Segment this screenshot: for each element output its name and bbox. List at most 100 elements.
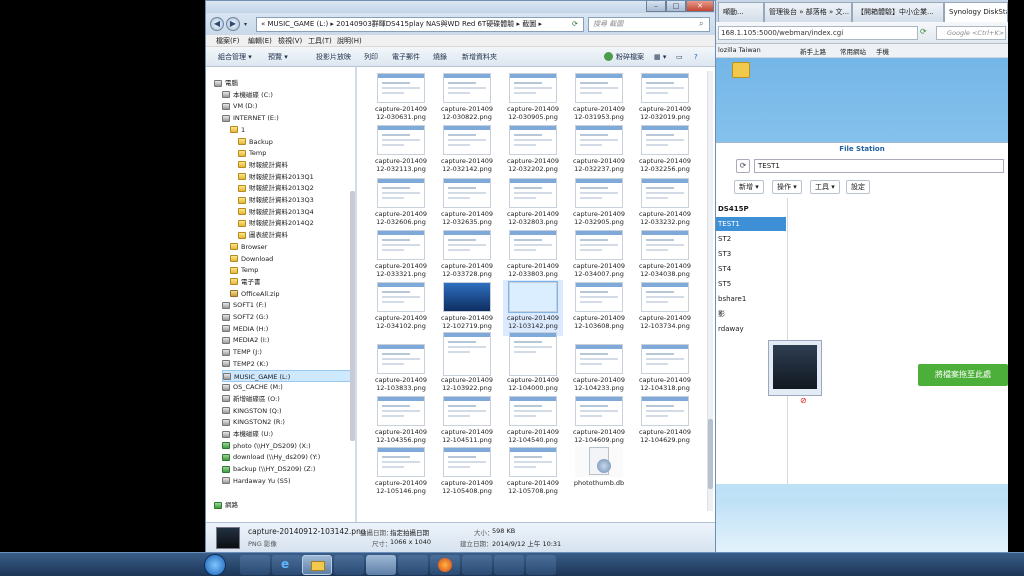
burn-button[interactable]: 燒錄 — [433, 52, 447, 62]
file-item[interactable]: capture-201409 12-031953.png — [569, 71, 629, 127]
file-item[interactable]: capture-201409 12-103142.png — [503, 280, 563, 336]
url-input[interactable]: 168.1.105:5000/webman/index.cgi — [718, 26, 918, 40]
nav-item[interactable]: 財報統計資料2013Q3 — [238, 194, 354, 206]
fs-tools-button[interactable]: 工具 ▾ — [810, 180, 840, 194]
file-item[interactable]: capture-201409 12-104511.png — [437, 394, 497, 450]
address-bar[interactable]: « MUSIC_GAME (L:) ▸ 20140903群暉DS415play … — [256, 17, 584, 32]
file-item[interactable]: capture-201409 12-032113.png — [371, 123, 431, 179]
email-button[interactable]: 電子郵件 — [392, 52, 420, 62]
file-scrollbar-thumb[interactable] — [708, 419, 713, 489]
file-item[interactable]: capture-201409 12-032256.png — [635, 123, 695, 179]
recent-pages-icon[interactable]: ▾ — [244, 21, 247, 28]
file-item[interactable]: capture-201409 12-105408.png — [437, 445, 497, 501]
file-item[interactable]: photothumb.db — [569, 445, 629, 501]
new-folder-button[interactable]: 新增資料夾 — [462, 52, 497, 62]
nav-item[interactable]: 電子書 — [230, 276, 354, 288]
fs-folder-item[interactable]: ST4 — [716, 262, 786, 276]
file-item[interactable]: capture-201409 12-032905.png — [569, 176, 629, 232]
file-item[interactable]: capture-201409 12-034038.png — [635, 228, 695, 284]
nav-item[interactable]: 本機磁碟 (C:) — [222, 89, 354, 101]
preview-pane-icon[interactable]: ▭ — [676, 52, 683, 62]
nav-item[interactable]: Temp — [230, 264, 354, 276]
file-item[interactable]: capture-201409 12-033232.png — [635, 176, 695, 232]
nav-item[interactable]: Download — [230, 253, 354, 265]
file-item[interactable]: capture-201409 12-032019.png — [635, 71, 695, 127]
file-item[interactable]: capture-201409 12-030631.png — [371, 71, 431, 127]
file-item[interactable]: capture-201409 12-105708.png — [503, 445, 563, 501]
refresh-icon[interactable]: ⟳ — [572, 20, 578, 28]
fs-action-button[interactable]: 操作 ▾ — [772, 180, 802, 194]
file-item[interactable]: capture-201409 12-104233.png — [569, 342, 629, 398]
fs-folder-item[interactable]: ST2 — [716, 232, 786, 246]
fs-folder-item[interactable]: bshare1 — [716, 292, 786, 306]
fs-refresh-button[interactable]: ⟳ — [736, 159, 750, 173]
search-input[interactable]: 搜尋 截圖 — [588, 17, 710, 32]
nav-item[interactable]: VM (D:) — [222, 100, 354, 112]
bookmark-getting-started[interactable]: 新手上路 — [800, 46, 826, 56]
nav-item[interactable]: 網路 — [214, 499, 354, 511]
shred-button[interactable]: 粉碎檔案 — [616, 52, 644, 62]
taskbar-ie[interactable]: e — [272, 555, 302, 575]
nav-item[interactable]: 新增磁碟區 (O:) — [222, 393, 354, 405]
taskbar-explorer-active[interactable] — [302, 555, 332, 575]
drop-zone[interactable]: 將檔案拖至此處 — [918, 364, 1008, 386]
nav-item[interactable]: 財報統計資料2013Q2 — [238, 182, 354, 194]
file-item[interactable]: capture-201409 12-030905.png — [503, 71, 563, 127]
nav-item[interactable]: INTERNET (E:) — [222, 112, 354, 124]
nav-scrollbar[interactable] — [350, 191, 355, 441]
file-item[interactable]: capture-201409 12-103608.png — [569, 280, 629, 336]
browser-tab-3[interactable]: 【開箱體驗】中小企業... — [852, 2, 944, 22]
nav-item[interactable]: photo (\\HY_DS209) (X:) — [222, 440, 354, 452]
nav-item[interactable]: KINGSTON2 (R:) — [222, 416, 354, 428]
file-item[interactable]: capture-201409 12-105146.png — [371, 445, 431, 501]
fs-folder-item[interactable]: DS415P — [716, 202, 786, 216]
file-item[interactable]: capture-201409 12-103922.png — [437, 332, 497, 398]
fs-folder-item[interactable]: ST3 — [716, 247, 786, 261]
menu-file[interactable]: 檔案(F) — [216, 36, 240, 46]
fs-path-input[interactable]: TEST1 — [754, 159, 1004, 173]
view-options-icon[interactable]: ▦ ▾ — [654, 52, 666, 62]
nav-item[interactable]: OfficeAll.zip — [230, 288, 354, 300]
fs-folder-item[interactable]: rdaway — [716, 322, 786, 336]
menu-help[interactable]: 說明(H) — [337, 36, 362, 46]
menu-view[interactable]: 檢視(V) — [278, 36, 302, 46]
file-item[interactable]: capture-201409 12-034102.png — [371, 280, 431, 336]
menu-edit[interactable]: 編輯(E) — [248, 36, 272, 46]
maximize-button[interactable]: □ — [666, 1, 686, 12]
bookmark-mobile[interactable]: 手機 — [876, 46, 889, 56]
taskbar-mediaplayer[interactable] — [240, 555, 270, 575]
file-item[interactable]: capture-201409 12-104629.png — [635, 394, 695, 450]
nav-item[interactable]: Temp — [238, 147, 354, 159]
nav-item[interactable]: TEMP (J:) — [222, 346, 354, 358]
fs-folder-item[interactable]: TEST1 — [716, 217, 786, 231]
taskbar-app-9[interactable] — [494, 555, 524, 575]
nav-item[interactable]: OS_CACHE (M:) — [222, 381, 354, 393]
nav-item[interactable]: MEDIA2 (I:) — [222, 334, 354, 346]
nav-item[interactable]: 1 — [230, 124, 354, 136]
taskbar-app-6[interactable] — [398, 555, 428, 575]
nav-item[interactable]: Backup — [238, 136, 354, 148]
close-button[interactable]: ✕ — [686, 1, 714, 12]
file-item[interactable]: capture-201409 12-032606.png — [371, 176, 431, 232]
nav-item[interactable]: 本機磁碟 (U:) — [222, 428, 354, 440]
nav-item[interactable]: Hardaway Yu (S5) — [222, 475, 354, 487]
file-item[interactable]: capture-201409 12-032202.png — [503, 123, 563, 179]
minimize-button[interactable]: – — [646, 1, 666, 12]
nav-item[interactable]: 財報統計資料 — [238, 159, 354, 171]
nav-item[interactable]: MUSIC_GAME (L:) — [222, 369, 354, 382]
browser-tab-2[interactable]: 管理後台 » 部落格 » 文... — [764, 2, 852, 22]
file-item[interactable]: capture-201409 12-104609.png — [569, 394, 629, 450]
back-button[interactable]: ◀ — [210, 17, 224, 31]
file-item[interactable]: capture-201409 12-104318.png — [635, 342, 695, 398]
fs-settings-button[interactable]: 設定 — [846, 180, 870, 194]
nav-item[interactable]: download (\\Hy_ds209) (Y:) — [222, 451, 354, 463]
taskbar-app-10[interactable] — [526, 555, 556, 575]
print-button[interactable]: 列印 — [364, 52, 378, 62]
detail-taken-value[interactable]: 指定拍攝日期 — [390, 527, 429, 537]
bookmark-common[interactable]: 常用網站 — [840, 46, 866, 56]
file-item[interactable]: capture-201409 12-030822.png — [437, 71, 497, 127]
nav-item[interactable]: MEDIA (H:) — [222, 323, 354, 335]
file-item[interactable]: capture-201409 12-033728.png — [437, 228, 497, 284]
file-item[interactable]: capture-201409 12-033803.png — [503, 228, 563, 284]
browser-tab-active[interactable]: Synology DiskStati... — [944, 2, 1008, 22]
